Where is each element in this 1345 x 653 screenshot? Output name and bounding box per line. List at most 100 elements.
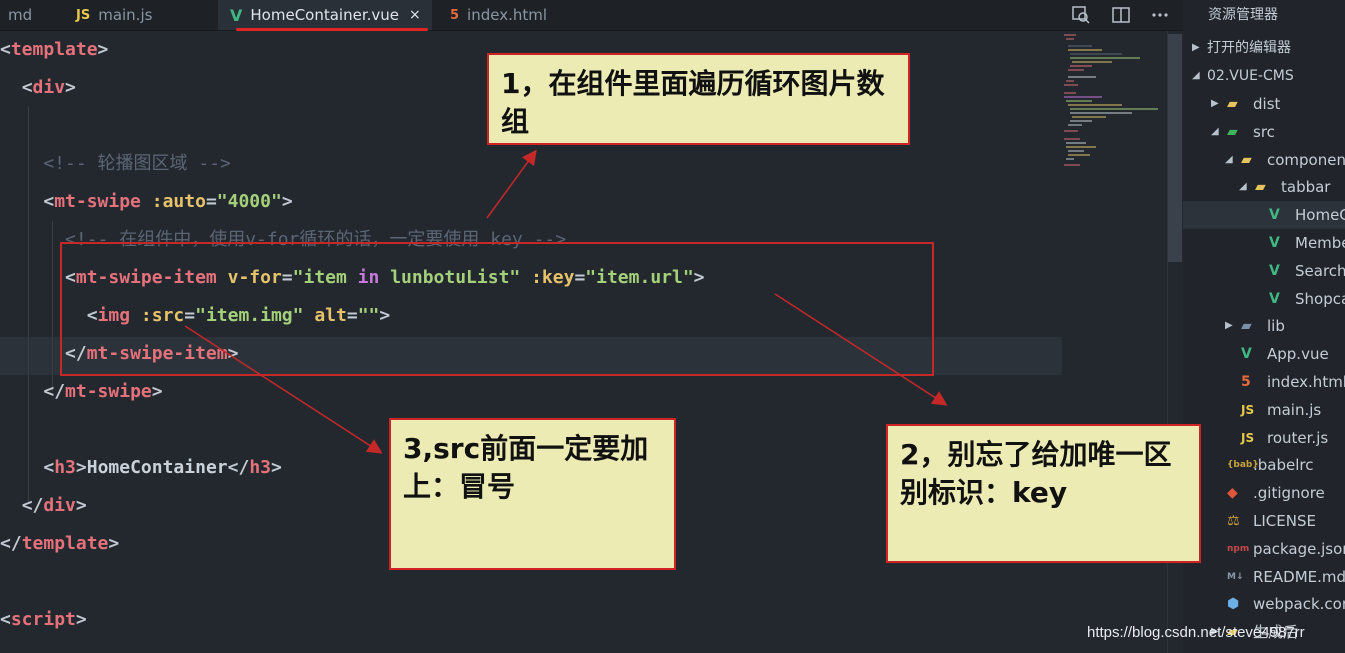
annotation-note-1: 1，在组件里面遍历循环图片数组 — [487, 53, 910, 145]
explorer-item-label: MemberContainer.vue — [1295, 234, 1345, 252]
code-token: = — [205, 191, 217, 212]
explorer-item[interactable]: JS router.js — [1183, 424, 1345, 452]
explorer-item[interactable]: V App.vue — [1183, 340, 1345, 368]
code-token: < — [0, 609, 11, 630]
code-line[interactable]: <mt-swipe :auto="4000"> — [0, 183, 293, 221]
annotation-note-2-text: 2，别忘了给加唯一区别标识：key — [900, 438, 1172, 509]
code-line[interactable]: <div> — [0, 69, 76, 107]
explorer-item-label: tabbar — [1281, 178, 1331, 197]
code-line[interactable]: <h3>HomeContainer</h3> — [0, 449, 282, 487]
explorer-item[interactable]: V HomeContainer.vue — [1183, 201, 1345, 230]
more-actions-icon[interactable] — [1150, 5, 1170, 25]
code-token: div — [43, 495, 76, 516]
explorer-item-label: main.js — [1267, 400, 1322, 419]
explorer-item[interactable]: ◢ ▰ components — [1183, 146, 1345, 174]
code-token: </ — [227, 457, 250, 478]
explorer-item[interactable]: ◆ .gitignore — [1183, 479, 1345, 507]
tab-md[interactable]: md — [0, 0, 58, 30]
code-token: > — [108, 533, 120, 554]
open-changes-icon[interactable] — [1071, 5, 1091, 25]
code-line[interactable]: </mt-swipe> — [0, 373, 163, 411]
code-token: > — [281, 191, 293, 212]
annotation-note-3: 3,src前面一定要加上：冒号 — [389, 418, 676, 570]
explorer-item[interactable]: M↓ README.md — [1183, 563, 1345, 591]
folder-icon: ▰ — [1241, 151, 1252, 168]
explorer-item[interactable]: npm package.json — [1183, 535, 1345, 563]
annotation-note-2: 2，别忘了给加唯一区别标识：key — [886, 424, 1201, 563]
explorer-item[interactable]: ⚖ LICENSE — [1183, 507, 1345, 535]
split-editor-icon[interactable] — [1111, 5, 1131, 25]
explorer-item[interactable]: ▶ ▰ lib — [1183, 312, 1345, 340]
code-token: h3 — [249, 457, 271, 478]
explorer-item-label: README.md — [1253, 567, 1345, 586]
vue-icon: V — [1269, 290, 1280, 307]
minimap[interactable] — [1062, 31, 1167, 201]
code-line[interactable]: <!-- 轮播图区域 --> — [0, 145, 231, 183]
html5-icon: 5 — [450, 7, 460, 23]
code-line[interactable]: </template> — [0, 525, 119, 563]
code-token: "4000" — [216, 191, 282, 212]
code-token: > — [271, 457, 282, 478]
explorer-item-label: webpack.config.js — [1253, 595, 1345, 614]
code-line[interactable]: <script> — [0, 601, 87, 639]
tab-home-container[interactable]: V HomeContainer.vue × — [218, 0, 432, 30]
tab-main-js[interactable]: JS main.js — [66, 0, 216, 30]
explorer-item[interactable]: V ShopcarContainer.vue — [1183, 285, 1345, 313]
chevron-right-icon[interactable]: ▶ — [1225, 312, 1233, 340]
chevron-right-icon[interactable]: ▶ — [1211, 90, 1219, 118]
section-project[interactable]: ◢ 02.VUE-CMS — [1183, 62, 1345, 90]
license-icon: ⚖ — [1227, 513, 1240, 529]
explorer-item[interactable]: ⬢ webpack.config.js — [1183, 590, 1345, 618]
explorer-item[interactable]: {bab} .babelrc — [1183, 451, 1345, 479]
explorer-item[interactable]: ◢ ▰ tabbar — [1183, 173, 1345, 201]
code-token: </ — [43, 381, 66, 402]
chevron-down-icon[interactable]: ◢ — [1239, 173, 1247, 201]
explorer-item-label: index.html — [1267, 373, 1345, 391]
code-token: > — [75, 495, 87, 516]
code-token: </ — [21, 495, 44, 516]
chevron-down-icon[interactable]: ◢ — [1211, 118, 1219, 146]
code-token: h3 — [54, 457, 76, 478]
scrollbar-thumb[interactable] — [1168, 34, 1182, 262]
section-open-editors[interactable]: ▶ 打开的编辑器 — [1183, 34, 1345, 62]
folder-icon: ▰ — [1227, 96, 1238, 112]
vue-icon: V — [1269, 207, 1280, 224]
code-token: < — [21, 77, 33, 98]
code-token: < — [43, 457, 55, 478]
code-line[interactable]: </div> — [0, 487, 87, 525]
code-token: <!-- 轮播图区域 --> — [0, 153, 231, 174]
explorer-item-label: .babelrc — [1253, 456, 1314, 475]
markdown-icon: M↓ — [1227, 571, 1244, 582]
explorer-item[interactable]: JS main.js — [1183, 396, 1345, 424]
code-token: > — [151, 381, 163, 402]
explorer-item-label: lib — [1267, 317, 1285, 336]
explorer-item[interactable]: ▶ ▰ dist — [1183, 90, 1345, 118]
chevron-right-icon: ▶ — [1192, 42, 1200, 53]
js-icon: JS — [1241, 430, 1255, 445]
explorer-item[interactable]: 5 index.html — [1183, 368, 1345, 396]
code-token: < — [43, 191, 55, 212]
npm-icon: npm — [1227, 543, 1250, 554]
explorer-item[interactable]: V SearchContainer.vue — [1183, 257, 1345, 285]
explorer-item[interactable]: ◢ ▰ src — [1183, 118, 1345, 146]
editor-tab-bar: md JS main.js V HomeContainer.vue × 5 in… — [0, 0, 1183, 31]
code-line[interactable]: <template> — [0, 31, 108, 69]
explorer-item-label: router.js — [1267, 428, 1329, 447]
chevron-down-icon[interactable]: ◢ — [1225, 146, 1233, 174]
explorer-sidebar: 资源管理器 ▶ 打开的编辑器 ◢ 02.VUE-CMS ▶ ▰ dist ◢ ▰ src ◢… — [1183, 0, 1345, 653]
close-icon[interactable]: × — [409, 7, 421, 23]
code-token: mt-swipe — [54, 191, 141, 212]
code-token: > — [75, 609, 87, 630]
vue-icon: V — [1269, 262, 1280, 279]
vue-icon: V — [230, 5, 243, 25]
code-token: div — [32, 77, 66, 98]
explorer-item[interactable]: V MemberContainer.vue — [1183, 229, 1345, 257]
code-token: script — [10, 609, 76, 630]
tab-index-html[interactable]: 5 index.html — [436, 0, 586, 30]
explorer-item-label: LICENSE — [1253, 512, 1316, 530]
